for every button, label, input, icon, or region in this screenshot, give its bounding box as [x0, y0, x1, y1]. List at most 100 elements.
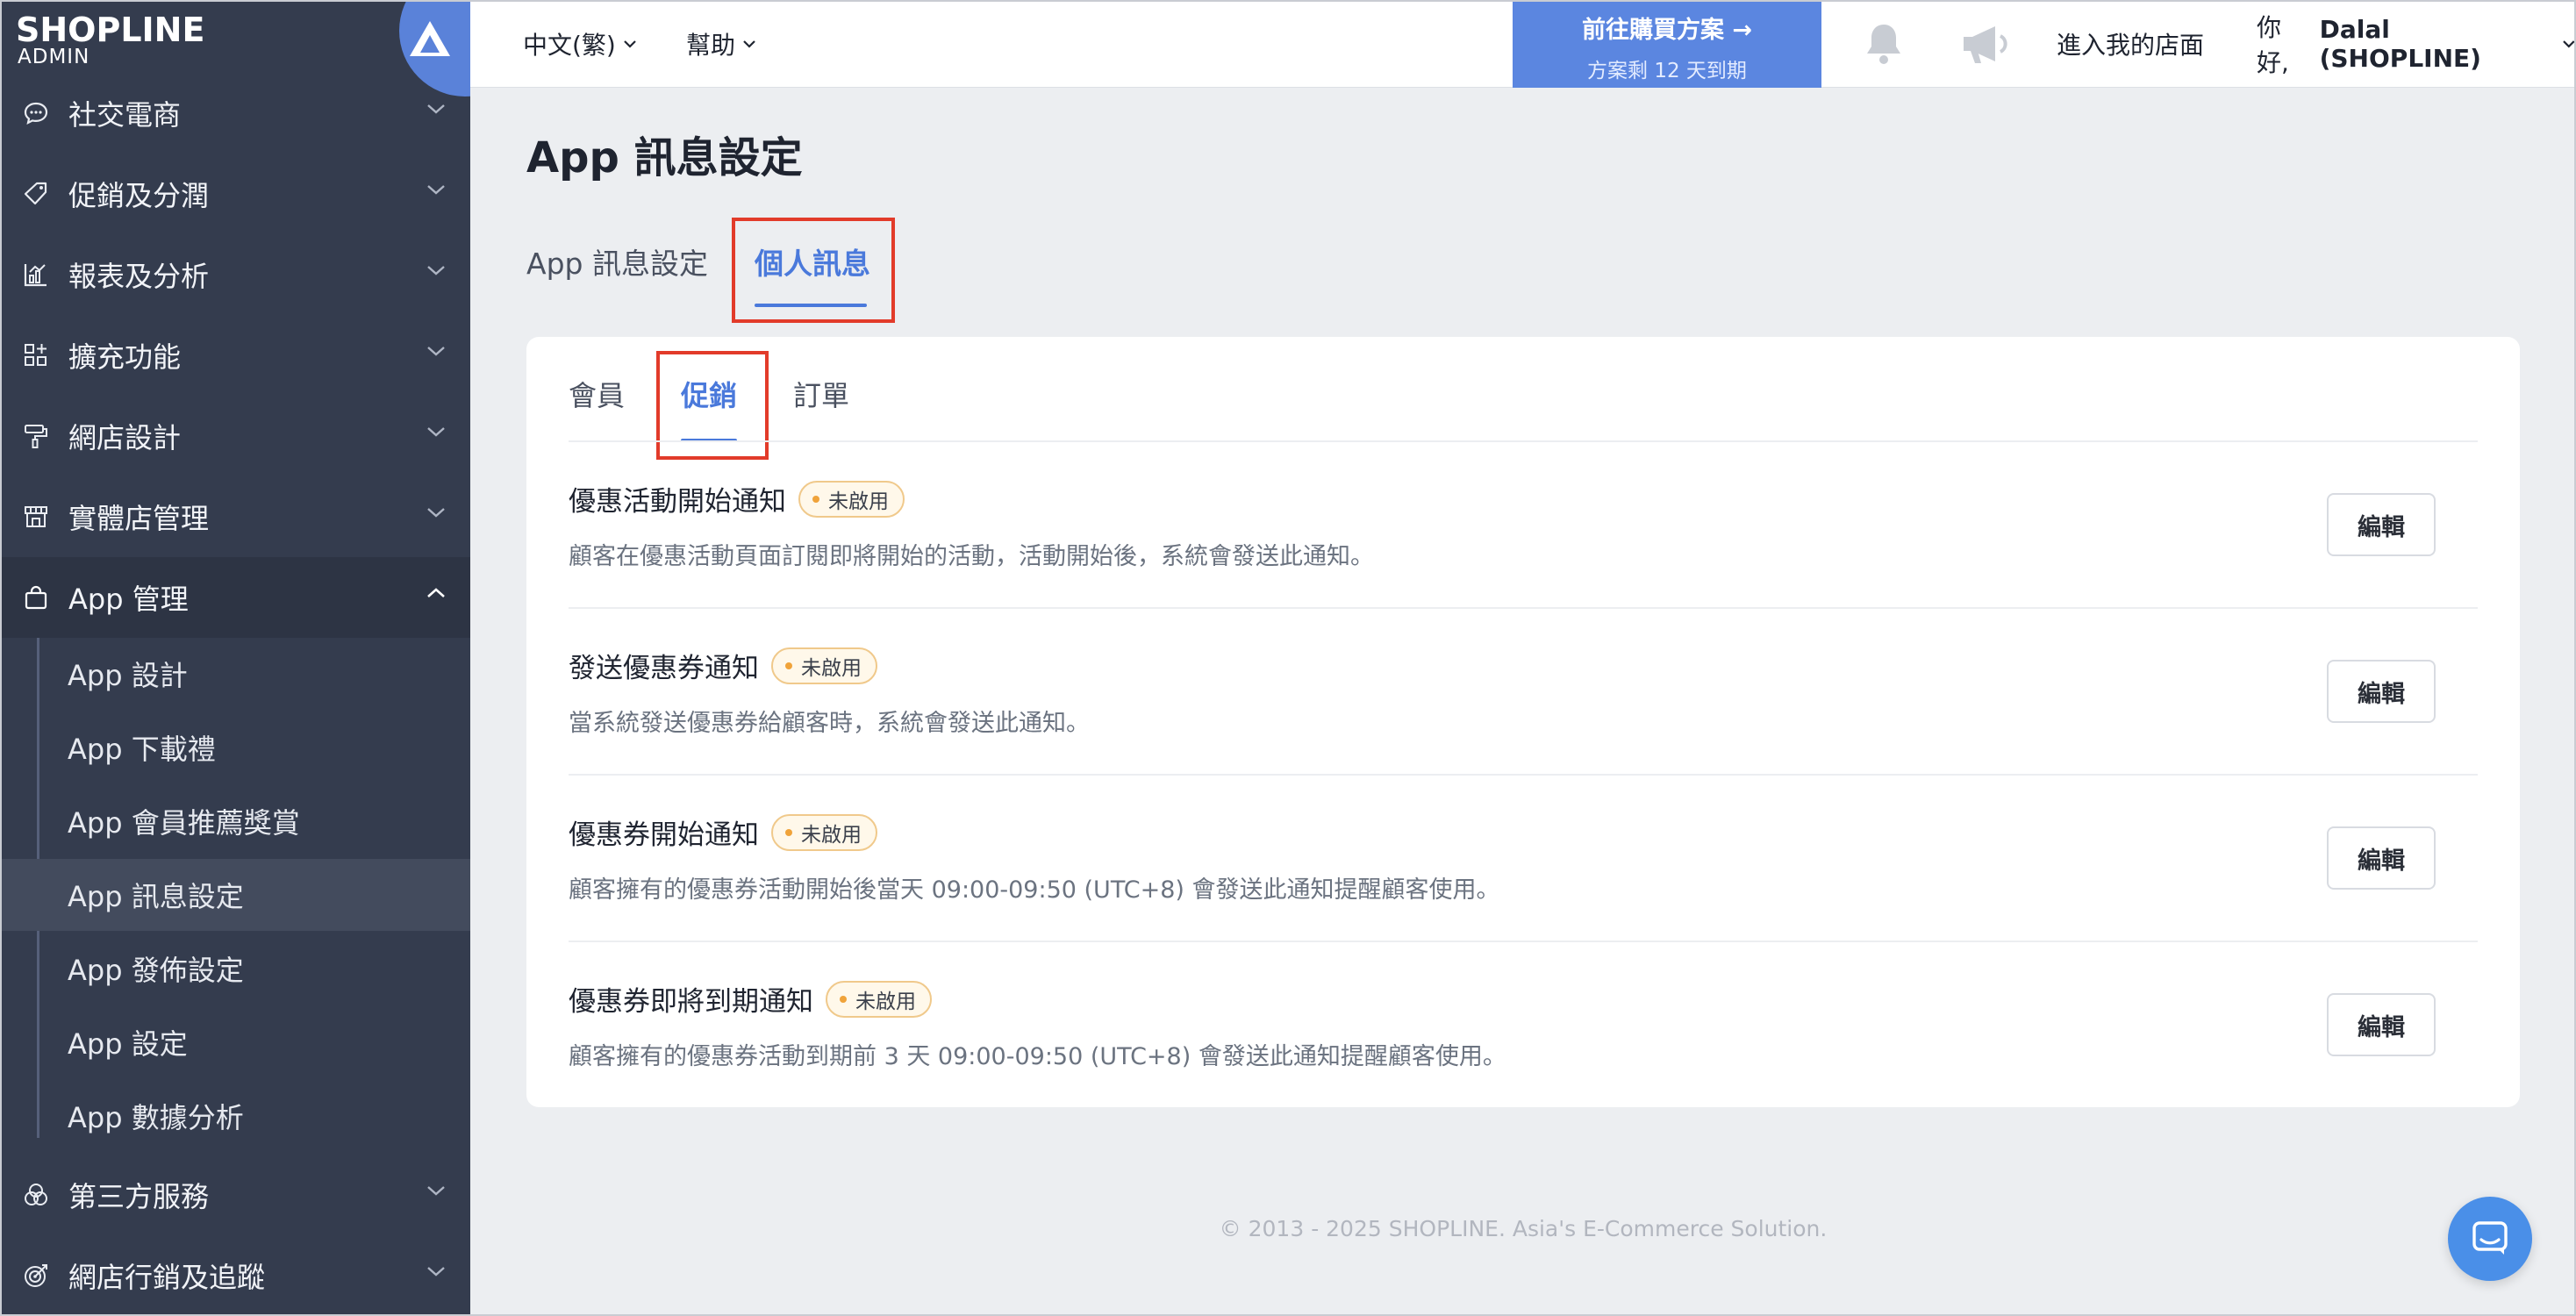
- user-name: Dalal (SHOPLINE): [2319, 15, 2481, 73]
- status-badge-text: 未啟用: [801, 656, 862, 680]
- top-bar: 中文(繁) 幫助 前往購買方案 → 方案剩 12 天到期 進入我的店面 你好, …: [470, 0, 2576, 88]
- notification-row: 優惠活動開始通知 未啟用 顧客在優惠活動頁面訂閱即將開始的活動，活動開始後，系統…: [569, 442, 2478, 609]
- settings-card: 會員 促銷 訂單 優惠活動開始通知 未啟用 顧客在優惠活動頁面訂閱即將開始的活動…: [526, 337, 2520, 1107]
- chevron-down-icon: [427, 104, 445, 114]
- sidebar-item-label: 社交電商: [68, 98, 182, 132]
- brand-logo-text: SHOPLINE: [16, 11, 205, 49]
- status-badge: 未啟用: [771, 647, 877, 684]
- status-badge-text: 未啟用: [855, 990, 916, 1013]
- submenu-item-app-analytics[interactable]: App 數據分析: [0, 1080, 470, 1152]
- paint-roller-icon: [19, 419, 53, 453]
- notification-description: 顧客在優惠活動頁面訂閱即將開始的活動，活動開始後，系統會發送此通知。: [569, 543, 1374, 570]
- submenu-item-app-design[interactable]: App 設計: [0, 638, 470, 710]
- sidebar-item-social-commerce[interactable]: 社交電商: [0, 73, 470, 154]
- sidebar: SHOPLINE ADMIN 社交電商 促銷及分潤 報表及分析 擴充功能 網店設…: [0, 0, 470, 1316]
- active-tab-indicator: [755, 304, 867, 307]
- chevron-down-icon: [2563, 40, 2575, 48]
- sidebar-item-label: 報表及分析: [68, 260, 210, 293]
- chevron-down-icon: [427, 266, 445, 275]
- notification-title: 優惠活動開始通知 未啟用: [569, 479, 905, 519]
- chevron-down-icon: [427, 347, 445, 356]
- sidebar-item-promotions[interactable]: 促銷及分潤: [0, 154, 470, 234]
- sidebar-item-label: App 管理: [68, 583, 189, 616]
- notification-title: 優惠券開始通知 未啟用: [569, 812, 877, 852]
- tab-member[interactable]: 會員: [569, 374, 625, 414]
- sidebar-item-reports[interactable]: 報表及分析: [0, 234, 470, 315]
- sidebar-item-label: 實體店管理: [68, 502, 210, 535]
- chevron-down-icon: [624, 40, 636, 48]
- target-icon: [19, 1259, 53, 1292]
- chat-support-button[interactable]: [2448, 1197, 2532, 1281]
- enter-store-label: 進入我的店面: [2057, 31, 2205, 60]
- footer-copyright: © 2013 - 2025 SHOPLINE. Asia's E-Commerc…: [1219, 1216, 1828, 1241]
- status-badge-text: 未啟用: [828, 490, 889, 513]
- sidebar-item-retail-store[interactable]: 實體店管理: [0, 476, 470, 557]
- app-management-submenu: App 設計 App 下載禮 App 會員推薦獎賞 App 訊息設定 App 發…: [0, 638, 470, 1138]
- tag-icon: [19, 177, 53, 211]
- main-content: App 訊息設定 App 訊息設定 個人訊息 會員 促銷 訂單 優惠活動開始通知…: [470, 88, 2576, 1316]
- chevron-down-icon: [427, 1267, 445, 1277]
- notification-description: 顧客擁有的優惠券活動開始後當天 09:00-09:50 (UTC+8) 會發送此…: [569, 876, 1500, 904]
- sidebar-item-app-management[interactable]: App 管理: [0, 557, 470, 638]
- edit-button[interactable]: 編輯: [2327, 993, 2436, 1056]
- notification-title-text: 優惠活動開始通知: [569, 486, 786, 518]
- status-badge: 未啟用: [771, 813, 877, 851]
- help-label: 幫助: [686, 31, 736, 60]
- upgrade-expiry: 方案剩 12 天到期: [1587, 60, 1747, 82]
- sidebar-item-marketing-tracking[interactable]: 網店行銷及追蹤: [0, 1235, 470, 1316]
- brand-subtitle: ADMIN: [18, 46, 90, 68]
- language-selector[interactable]: 中文(繁): [523, 0, 637, 88]
- edit-button[interactable]: 編輯: [2327, 826, 2436, 890]
- sidebar-item-extensions[interactable]: 擴充功能: [0, 315, 470, 396]
- sidebar-item-label: 促銷及分潤: [68, 179, 210, 212]
- submenu-item-app-publish[interactable]: App 發佈設定: [0, 933, 470, 1005]
- notification-row: 優惠券即將到期通知 未啟用 顧客擁有的優惠券活動到期前 3 天 09:00-09…: [569, 942, 2478, 1109]
- megaphone-icon[interactable]: [1958, 21, 2011, 67]
- notification-description: 當系統發送優惠券給顧客時，系統會發送此通知。: [569, 710, 1090, 737]
- chevron-down-icon: [427, 185, 445, 195]
- chevron-down-icon: [427, 427, 445, 437]
- chevron-up-icon: [427, 588, 445, 597]
- status-badge-text: 未啟用: [801, 823, 862, 847]
- status-badge: 未啟用: [826, 980, 932, 1018]
- help-menu[interactable]: 幫助: [686, 0, 756, 88]
- chevron-down-icon: [743, 40, 755, 48]
- tab-order[interactable]: 訂單: [793, 374, 849, 414]
- sidebar-item-store-design[interactable]: 網店設計: [0, 396, 470, 476]
- chat-bubble-icon: [19, 97, 53, 130]
- sidebar-item-label: 網店設計: [68, 421, 182, 454]
- chat-icon: [2472, 1221, 2508, 1255]
- submenu-item-app-referral[interactable]: App 會員推薦獎賞: [0, 785, 470, 857]
- sidebar-item-label: 擴充功能: [68, 340, 182, 374]
- submenu-item-app-settings[interactable]: App 設定: [0, 1006, 470, 1078]
- sidebar-item-third-party[interactable]: 第三方服務: [0, 1155, 470, 1235]
- submenu-item-app-download-gift[interactable]: App 下載禮: [0, 712, 470, 783]
- notification-title-text: 發送優惠券通知: [569, 653, 759, 684]
- shopping-bag-icon: [19, 581, 53, 614]
- chevron-down-icon: [427, 1186, 445, 1196]
- chevron-down-icon: [427, 508, 445, 518]
- language-label: 中文(繁): [523, 31, 616, 60]
- circles-icon: [19, 1178, 53, 1212]
- tab-promotion[interactable]: 促銷: [681, 374, 737, 414]
- upgrade-plan-button[interactable]: 前往購買方案 → 方案剩 12 天到期: [1513, 0, 1821, 88]
- edit-button[interactable]: 編輯: [2327, 660, 2436, 723]
- notification-row: 發送優惠券通知 未啟用 當系統發送優惠券給顧客時，系統會發送此通知。 編輯: [569, 609, 2478, 776]
- notification-title-text: 優惠券即將到期通知: [569, 986, 813, 1018]
- tab-personal-messages[interactable]: 個人訊息: [755, 240, 870, 283]
- edit-button[interactable]: 編輯: [2327, 493, 2436, 556]
- enter-store-link[interactable]: 進入我的店面: [2057, 0, 2204, 88]
- status-dot: [840, 995, 847, 1003]
- tab-app-message-settings[interactable]: App 訊息設定: [526, 240, 708, 283]
- upgrade-title: 前往購買方案 →: [1581, 17, 1753, 44]
- greeting-label: 你好,: [2257, 13, 2289, 77]
- notification-row: 優惠券開始通知 未啟用 顧客擁有的優惠券活動開始後當天 09:00-09:50 …: [569, 776, 2478, 942]
- store-icon: [19, 500, 53, 533]
- bell-icon[interactable]: [1860, 21, 1907, 67]
- apps-grid-icon: [19, 339, 53, 372]
- user-menu[interactable]: 你好, Dalal (SHOPLINE): [2257, 0, 2576, 88]
- notification-title-text: 優惠券開始通知: [569, 819, 759, 851]
- sidebar-item-label: 第三方服務: [68, 1180, 210, 1213]
- sidebar-item-label: 網店行銷及追蹤: [68, 1261, 266, 1294]
- submenu-item-app-message-settings[interactable]: App 訊息設定: [0, 859, 470, 931]
